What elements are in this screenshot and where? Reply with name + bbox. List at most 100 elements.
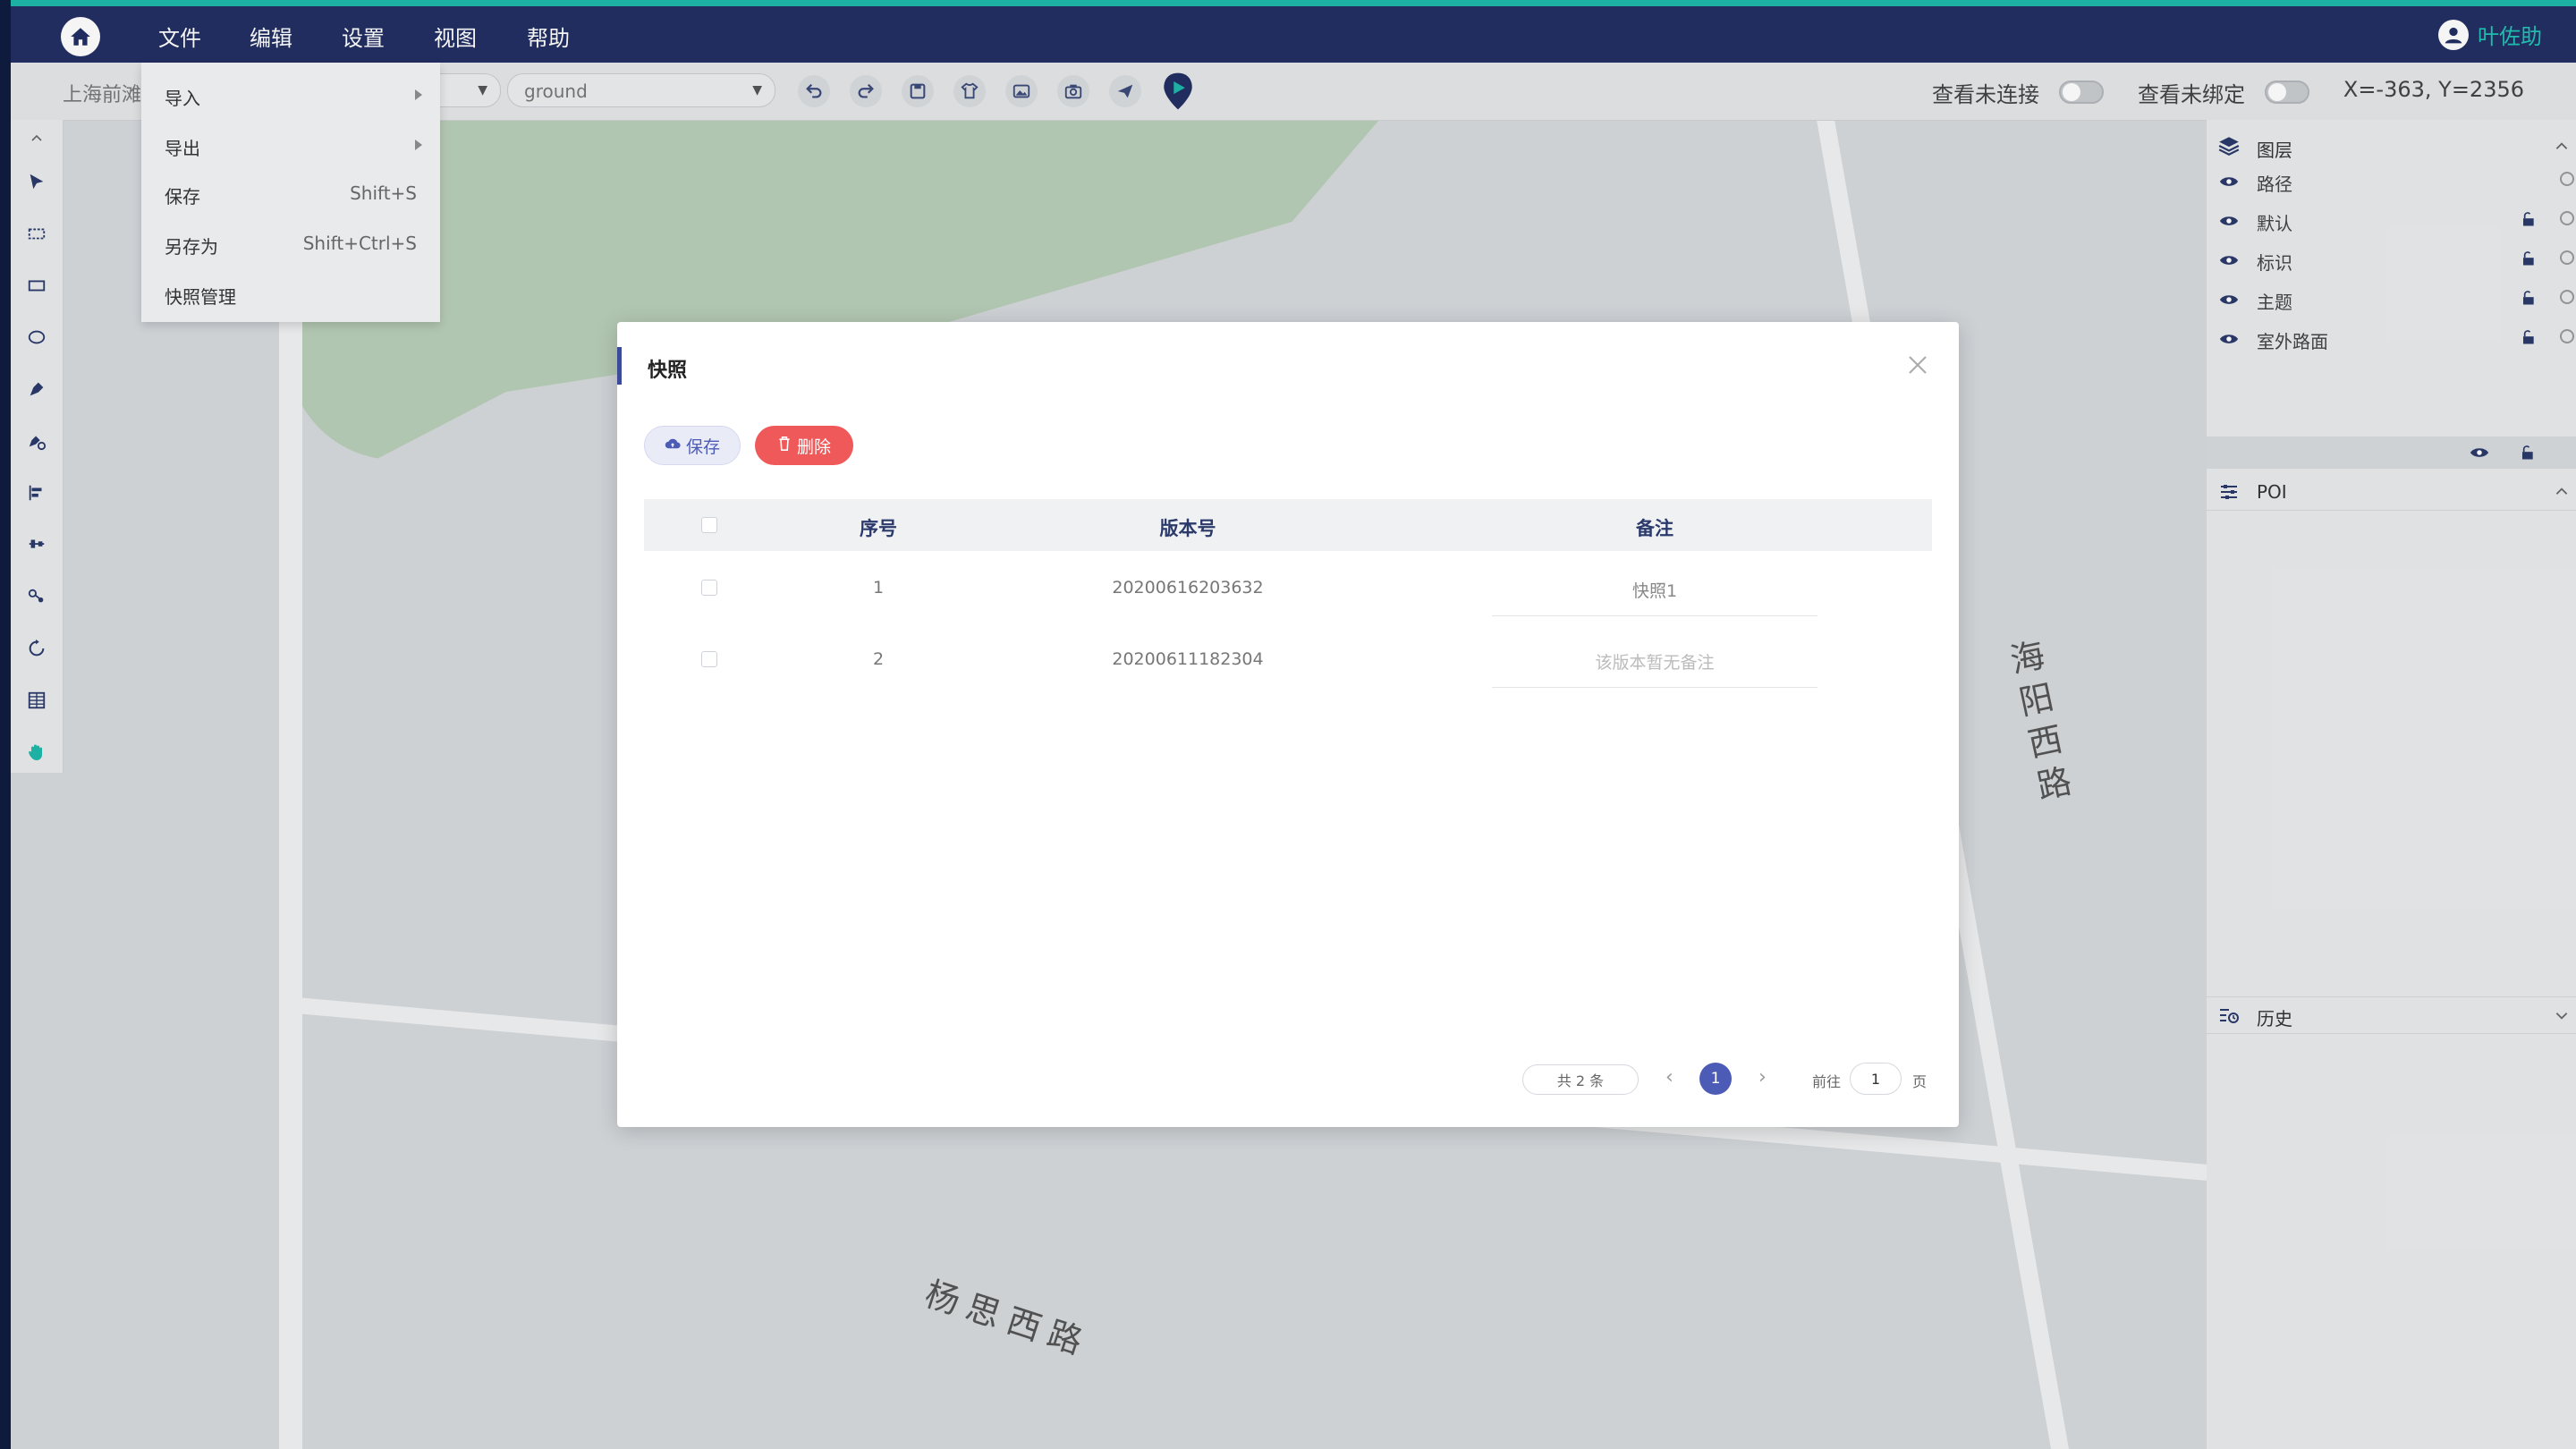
cell-version: 20200616203632 xyxy=(1112,578,1264,597)
layers-panel-header[interactable]: 图层 xyxy=(2207,129,2576,165)
select-all-checkbox[interactable] xyxy=(701,517,717,533)
unlock-icon[interactable] xyxy=(2518,444,2536,465)
unlock-icon[interactable] xyxy=(2519,250,2537,272)
column-header-index: 序号 xyxy=(860,518,897,539)
toggle-unconnected[interactable] xyxy=(2059,80,2104,104)
rotate-icon[interactable] xyxy=(21,633,52,664)
chevron-right-icon[interactable]: › xyxy=(1758,1066,1767,1089)
rectangle-icon[interactable] xyxy=(21,270,52,301)
pointer-icon[interactable] xyxy=(21,166,52,197)
menu-item-label: 导入 xyxy=(165,88,200,109)
layer-row-theme[interactable]: 主题 xyxy=(2207,281,2576,315)
chevron-right-icon xyxy=(415,140,422,150)
cursor-coords: X=-363, Y=2356 xyxy=(2343,77,2524,102)
layer-row-default[interactable]: 默认 xyxy=(2207,202,2576,236)
street-label-haiyang: 海阳西路 xyxy=(2001,636,2076,813)
rect-select-icon[interactable] xyxy=(21,218,52,249)
layer-row-sign[interactable]: 标识 xyxy=(2207,242,2576,275)
cell-note-input[interactable]: 该版本暂无备注 xyxy=(1595,649,1714,674)
pager-goto-label: 前往 xyxy=(1812,1073,1842,1090)
row-checkbox[interactable] xyxy=(701,651,717,667)
distribute-icon[interactable] xyxy=(21,530,52,560)
menu-help[interactable]: 帮助 xyxy=(527,21,570,52)
row-checkbox[interactable] xyxy=(701,580,717,596)
eye-icon[interactable] xyxy=(2470,445,2489,463)
node-link-icon[interactable] xyxy=(21,581,52,612)
menu-settings[interactable]: 设置 xyxy=(342,21,385,52)
unlock-icon[interactable] xyxy=(2519,289,2537,311)
table-row[interactable]: 1 20200616203632 快照1 xyxy=(644,553,1932,624)
toggle-unbound[interactable] xyxy=(2265,80,2309,104)
menu-item-snapshot-manage[interactable]: 快照管理 xyxy=(141,272,440,318)
layer-row-outdoor[interactable]: 室外路面 xyxy=(2207,320,2576,354)
poi-panel-header[interactable]: POI xyxy=(2207,474,2576,511)
snapshot-dialog: 快照 保存 删除 序号 版本号 备注 1 20200616203632 快照1 … xyxy=(617,322,1959,1127)
menu-item-import[interactable]: 导入 xyxy=(141,72,440,118)
home-icon[interactable] xyxy=(61,17,100,56)
location-play-icon[interactable] xyxy=(1161,72,1195,111)
save-icon[interactable] xyxy=(902,75,934,107)
eye-icon[interactable] xyxy=(2219,211,2239,233)
layer-radio[interactable] xyxy=(2560,290,2574,304)
shirt-icon[interactable] xyxy=(953,75,986,107)
sliders-icon xyxy=(2217,481,2241,507)
floor-select-value: ground xyxy=(524,80,588,102)
chevron-down-icon[interactable] xyxy=(2554,1006,2570,1028)
unlock-icon[interactable] xyxy=(2519,210,2537,233)
collapse-up-icon[interactable] xyxy=(21,123,52,154)
undo-icon[interactable] xyxy=(798,75,830,107)
project-prefix: 上海前滩 xyxy=(63,84,142,106)
chevron-left-icon[interactable]: ‹ xyxy=(1665,1066,1674,1089)
table-row[interactable]: 2 20200611182304 该版本暂无备注 xyxy=(644,624,1932,696)
history-panel-header[interactable]: 历史 xyxy=(2207,996,2576,1034)
file-dropdown-menu: 导入 导出 保存 Shift+S 另存为 Shift+Ctrl+S 快照管理 xyxy=(141,63,440,322)
pen-icon[interactable] xyxy=(21,374,52,404)
layer-radio[interactable] xyxy=(2560,172,2574,186)
ellipse-icon[interactable] xyxy=(21,322,52,352)
history-panel-title: 历史 xyxy=(2257,1008,2292,1030)
menu-item-label: 快照管理 xyxy=(165,286,236,308)
send-icon[interactable] xyxy=(1109,75,1141,107)
layer-radio[interactable] xyxy=(2560,329,2574,343)
eye-icon[interactable] xyxy=(2219,172,2239,193)
close-icon[interactable] xyxy=(1903,351,1932,379)
cell-index: 2 xyxy=(872,649,885,669)
menu-item-save-as[interactable]: 另存为 Shift+Ctrl+S xyxy=(141,222,440,268)
eye-icon[interactable] xyxy=(2219,329,2239,351)
snapshot-delete-button[interactable]: 删除 xyxy=(755,426,853,465)
eye-icon[interactable] xyxy=(2219,290,2239,311)
unlock-icon[interactable] xyxy=(2519,328,2537,351)
table-header: 序号 版本号 备注 xyxy=(644,499,1932,551)
eye-icon[interactable] xyxy=(2219,250,2239,272)
align-left-icon[interactable] xyxy=(21,478,52,508)
pager-page-suffix: 页 xyxy=(1912,1073,1928,1090)
user-avatar-icon xyxy=(2438,19,2469,50)
chevron-down-icon: ▼ xyxy=(478,83,487,97)
layer-radio[interactable] xyxy=(2560,211,2574,225)
user-menu[interactable]: 叶佐助 xyxy=(2438,19,2542,50)
menu-file[interactable]: 文件 xyxy=(158,21,201,52)
cell-note-input[interactable]: 快照1 xyxy=(1632,578,1677,602)
layer-row-path[interactable]: 路径 xyxy=(2207,163,2576,197)
floor-select[interactable]: ground ▼ xyxy=(507,73,775,107)
camera-icon[interactable] xyxy=(1057,75,1089,107)
redo-icon[interactable] xyxy=(850,75,882,107)
grid-icon[interactable] xyxy=(21,685,52,716)
pen-add-icon[interactable] xyxy=(21,426,52,456)
hand-pan-icon[interactable] xyxy=(21,737,52,767)
cell-version: 20200611182304 xyxy=(1112,649,1264,669)
chevron-up-icon[interactable] xyxy=(2554,483,2570,504)
pager-goto-input[interactable]: 1 xyxy=(1850,1063,1902,1095)
menu-item-save[interactable]: 保存 Shift+S xyxy=(141,172,440,218)
layer-radio[interactable] xyxy=(2560,250,2574,265)
snapshot-save-button[interactable]: 保存 xyxy=(644,426,741,465)
menu-item-export[interactable]: 导出 xyxy=(141,122,440,168)
left-tool-palette xyxy=(11,120,64,773)
menu-edit[interactable]: 编辑 xyxy=(250,21,292,52)
pager-current-page[interactable]: 1 xyxy=(1699,1063,1732,1095)
chevron-up-icon[interactable] xyxy=(2554,138,2570,159)
save-button-label: 保存 xyxy=(685,436,720,457)
menu-view[interactable]: 视图 xyxy=(434,21,477,52)
layers-panel-title: 图层 xyxy=(2257,140,2292,161)
image-icon[interactable] xyxy=(1005,75,1038,107)
